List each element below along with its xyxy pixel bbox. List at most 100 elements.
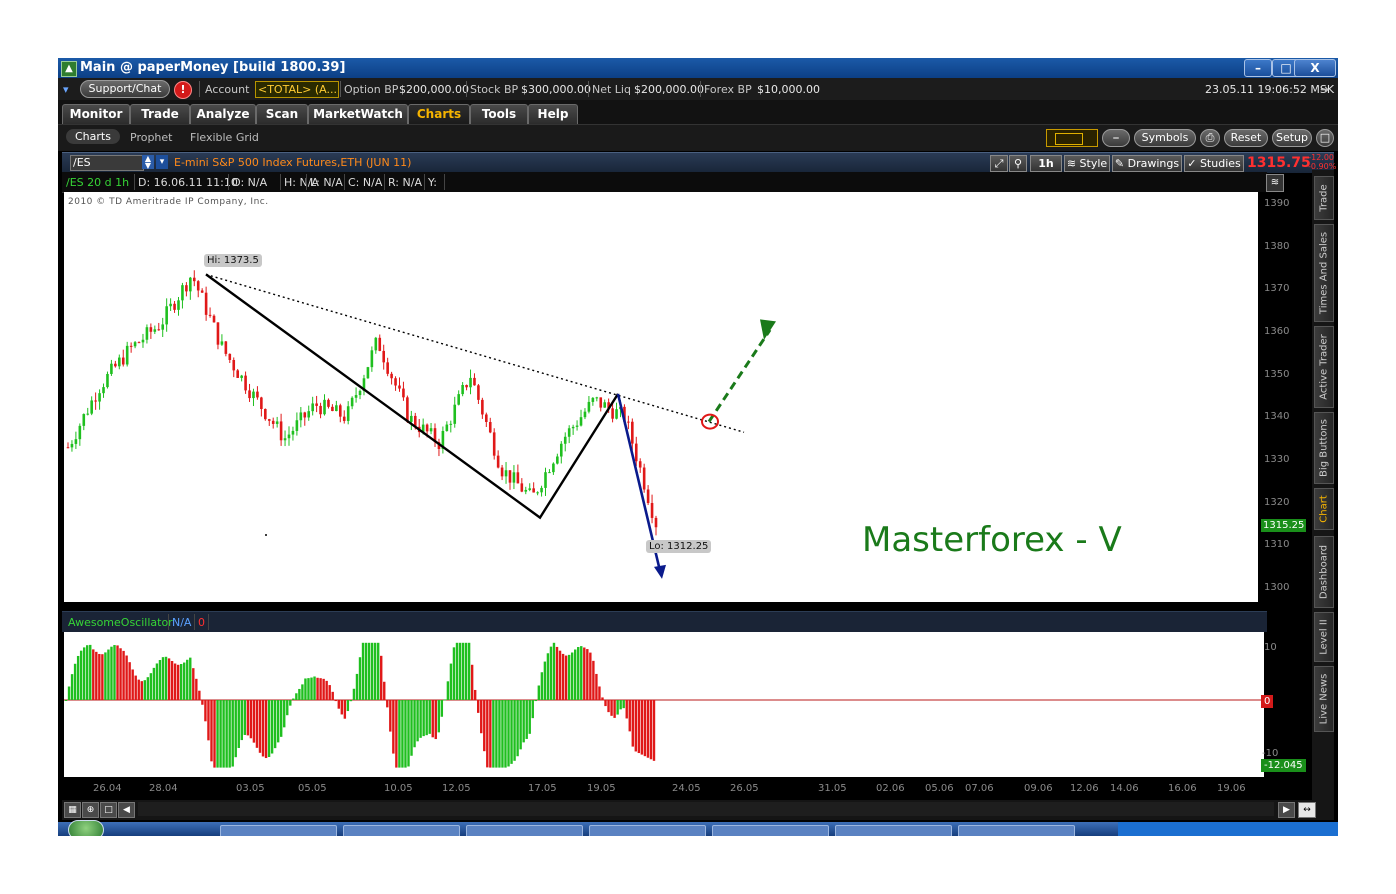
candle-body xyxy=(358,390,362,396)
setup-button[interactable]: Setup xyxy=(1272,129,1312,147)
date-tick: 12.06 xyxy=(1070,783,1099,794)
vtab-trade[interactable]: Trade xyxy=(1314,176,1334,220)
vtab-chart[interactable]: Chart xyxy=(1314,488,1334,530)
candle-body xyxy=(94,400,97,402)
key-icon[interactable]: ⎯ xyxy=(1102,129,1130,147)
osc-bar xyxy=(270,700,274,754)
subtab-prophet[interactable]: Prophet xyxy=(130,131,173,144)
osc-bar xyxy=(625,700,628,719)
drawings-button[interactable]: ✎ Drawings xyxy=(1112,155,1182,172)
taskbar-item[interactable] xyxy=(958,825,1075,836)
osc-bar xyxy=(134,675,137,700)
reset-button[interactable]: Reset xyxy=(1224,129,1268,147)
start-button[interactable] xyxy=(68,820,104,836)
vtab-live-news[interactable]: Live News xyxy=(1314,666,1334,732)
zoom-in-icon[interactable]: ⊕ xyxy=(82,802,99,818)
grid-icon[interactable]: ▦ xyxy=(64,802,81,818)
tab-scan[interactable]: Scan xyxy=(256,104,308,125)
support-chat-button[interactable]: Support/Chat xyxy=(80,80,170,98)
subtab-flexible-grid[interactable]: Flexible Grid xyxy=(190,131,259,144)
osc-bar xyxy=(361,642,365,700)
vtab-level-ii[interactable]: Level II xyxy=(1314,612,1334,662)
zoom-out-icon[interactable]: □ xyxy=(100,802,117,818)
v-pattern-lines[interactable] xyxy=(205,273,620,520)
up-arrow-dashed[interactable] xyxy=(707,329,772,423)
date-tick: 17.05 xyxy=(528,783,557,794)
color-box[interactable] xyxy=(1046,129,1098,147)
osc-bar xyxy=(646,700,650,758)
osc-bar xyxy=(419,700,422,738)
symbol-spinner-icon[interactable]: ▲ ▼ xyxy=(142,155,154,170)
tab-tools[interactable]: Tools xyxy=(470,104,528,125)
scroll-right-icon[interactable]: ▶ xyxy=(1278,802,1295,818)
osc-bar xyxy=(634,700,638,752)
osc-bar xyxy=(434,700,437,740)
studies-label: Studies xyxy=(1199,157,1241,170)
vtab-times-and-sales[interactable]: Times And Sales xyxy=(1314,224,1334,322)
taskbar-item[interactable] xyxy=(589,825,706,836)
candle-body xyxy=(208,314,212,316)
candle-body xyxy=(370,350,374,368)
osc-bar xyxy=(158,660,162,700)
account-select[interactable]: <TOTAL> (A... xyxy=(255,81,339,98)
candle-body xyxy=(299,412,303,421)
close-button[interactable]: X xyxy=(1294,59,1336,77)
candle-body xyxy=(125,345,129,365)
tab-trade[interactable]: Trade xyxy=(130,104,190,125)
candle-body xyxy=(544,472,547,488)
minimize-button[interactable]: – xyxy=(1244,59,1272,77)
drawing-tool-icon[interactable]: ⤢ xyxy=(990,155,1008,172)
oscillator-zero-value: 0 xyxy=(198,616,205,629)
tab-analyze[interactable]: Analyze xyxy=(190,104,256,125)
horizontal-scrollbar[interactable] xyxy=(138,802,1274,816)
tab-help[interactable]: Help xyxy=(528,104,578,125)
sub-toolbar: Charts Prophet Flexible Grid ⎯ Symbols ⎙… xyxy=(58,124,1338,151)
symbols-button[interactable]: Symbols xyxy=(1134,129,1196,147)
symbol-dropdown-icon[interactable]: ▾ xyxy=(156,155,168,169)
vtab-big-buttons[interactable]: Big Buttons xyxy=(1314,412,1334,484)
arrow-icon[interactable]: ➜ xyxy=(1320,83,1329,96)
taskbar-item[interactable] xyxy=(466,825,583,836)
style-button[interactable]: ≋ Style xyxy=(1064,155,1110,172)
studies-button[interactable]: ✓ Studies xyxy=(1184,155,1244,172)
candle-body xyxy=(342,416,346,421)
vtab-dashboard[interactable]: Dashboard xyxy=(1314,536,1334,608)
taskbar-item[interactable] xyxy=(343,825,460,836)
candle-body xyxy=(512,472,516,483)
osc-bar xyxy=(92,649,95,700)
taskbar-item[interactable] xyxy=(835,825,952,836)
system-tray xyxy=(1118,822,1338,836)
detach-icon[interactable]: □ xyxy=(1316,129,1334,147)
subtab-charts[interactable]: Charts xyxy=(66,129,120,144)
osc-bar xyxy=(364,642,368,700)
osc-bar xyxy=(389,700,392,732)
osc-bar xyxy=(252,700,256,743)
candle-body xyxy=(102,387,105,394)
osc-bar xyxy=(516,700,519,757)
vtab-active-trader[interactable]: Active Trader xyxy=(1314,326,1334,408)
timeframe-button[interactable]: 1h xyxy=(1030,155,1062,172)
osc-bar xyxy=(616,700,619,715)
candle-body xyxy=(149,327,153,332)
candle-body xyxy=(548,472,551,474)
zoom-icon[interactable]: ⚲ xyxy=(1009,155,1027,172)
osc-bar xyxy=(82,647,86,700)
tab-charts[interactable]: Charts xyxy=(408,104,470,125)
alert-icon[interactable]: ! xyxy=(174,81,192,99)
symbol-input[interactable]: /ES xyxy=(70,155,144,171)
expand-axis-icon[interactable]: ↔ xyxy=(1298,802,1316,818)
trendline-dotted[interactable] xyxy=(205,273,745,433)
expand-icon[interactable]: ▾ xyxy=(63,83,69,96)
oscillator-name: AwesomeOscillator xyxy=(68,616,173,629)
candle-body xyxy=(212,315,216,323)
date-tick: 31.05 xyxy=(818,783,847,794)
print-icon[interactable]: ⎙ xyxy=(1200,129,1220,147)
tab-monitor[interactable]: Monitor xyxy=(62,104,130,125)
chart-settings-icon[interactable]: ≋ xyxy=(1266,174,1284,192)
taskbar-item[interactable] xyxy=(712,825,829,836)
oscillator-chart[interactable] xyxy=(64,632,1264,777)
osc-bar xyxy=(467,642,471,700)
tab-marketwatch[interactable]: MarketWatch xyxy=(308,104,408,125)
taskbar-item[interactable] xyxy=(220,825,337,836)
scroll-left-icon[interactable]: ◀ xyxy=(118,802,135,818)
